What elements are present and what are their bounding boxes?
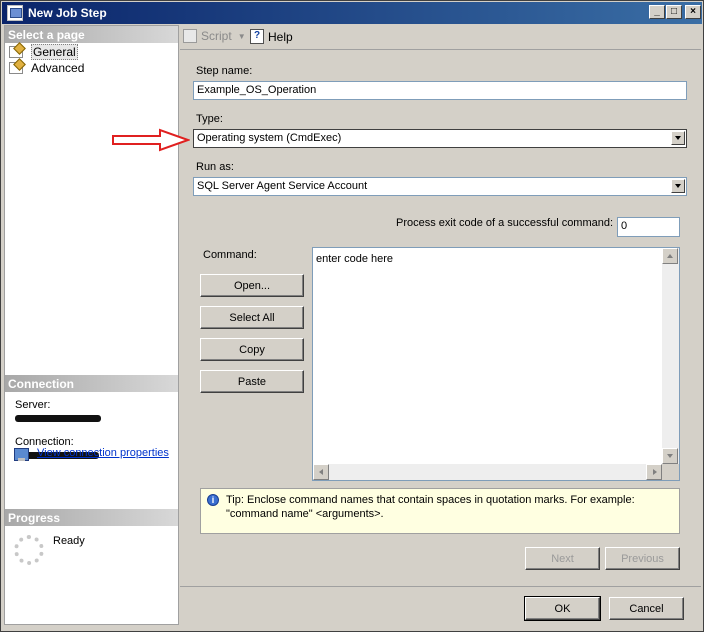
scroll-left-icon[interactable] — [313, 464, 329, 480]
ok-button[interactable]: OK — [524, 596, 601, 621]
previous-button[interactable]: Previous — [605, 547, 680, 570]
server-label: Server: — [15, 399, 51, 411]
select-a-page-header: Select a page — [5, 26, 178, 43]
exit-code-label: Process exit code of a successful comman… — [396, 217, 614, 229]
progress-header: Progress — [5, 509, 178, 526]
script-button[interactable]: Script ▼ — [183, 29, 246, 43]
red-arrow-annotation — [112, 128, 190, 152]
connection-header: Connection — [5, 375, 178, 392]
step-name-input[interactable]: Example_OS_Operation — [193, 81, 687, 100]
select-all-button[interactable]: Select All — [200, 306, 304, 329]
scroll-right-icon[interactable] — [646, 464, 662, 480]
footer-divider — [180, 586, 701, 587]
chevron-down-icon: ▼ — [237, 31, 246, 41]
scrollbar-corner — [662, 464, 679, 480]
run-as-value: SQL Server Agent Service Account — [197, 180, 368, 192]
left-pane: Select a page General Advanced Connectio… — [4, 25, 179, 625]
minimize-button[interactable]: _ — [649, 5, 665, 19]
next-button[interactable]: Next — [525, 547, 600, 570]
tip-text: Tip: Enclose command names that contain … — [226, 494, 635, 520]
command-label: Command: — [203, 249, 257, 261]
toolbar: Script ▼ Help — [180, 26, 700, 48]
view-connection-properties-link[interactable]: View connection properties — [37, 447, 169, 459]
run-as-label: Run as: — [196, 161, 234, 173]
help-icon — [250, 29, 264, 44]
paste-button[interactable]: Paste — [200, 370, 304, 393]
new-job-step-window: New Job Step _ □ × Select a page General… — [0, 0, 704, 632]
chevron-down-icon[interactable] — [671, 179, 685, 193]
app-icon — [7, 5, 23, 21]
run-as-dropdown[interactable]: SQL Server Agent Service Account — [193, 177, 687, 196]
window-title: New Job Step — [28, 6, 107, 20]
help-button[interactable]: Help — [250, 29, 293, 44]
page-item-advanced[interactable]: Advanced — [9, 60, 84, 76]
step-name-label: Step name: — [196, 65, 253, 77]
page-item-label: General — [31, 44, 78, 60]
toolbar-divider — [180, 49, 701, 50]
info-icon: i — [207, 494, 219, 506]
progress-status: Ready — [53, 535, 85, 547]
progress-spinner-icon — [14, 535, 44, 565]
script-label: Script — [201, 29, 232, 43]
page-icon — [9, 62, 23, 74]
open-button[interactable]: Open... — [200, 274, 304, 297]
cancel-button[interactable]: Cancel — [609, 597, 684, 620]
type-value: Operating system (CmdExec) — [197, 132, 342, 144]
connection-properties-icon[interactable] — [14, 448, 29, 461]
type-dropdown[interactable]: Operating system (CmdExec) — [193, 129, 687, 148]
help-label: Help — [268, 29, 293, 44]
maximize-button[interactable]: □ — [666, 5, 682, 19]
close-button[interactable]: × — [685, 5, 701, 19]
command-text: enter code here — [316, 253, 394, 265]
command-textarea[interactable]: enter code here — [312, 247, 680, 481]
scroll-down-icon[interactable] — [662, 448, 678, 464]
chevron-down-icon[interactable] — [671, 131, 685, 145]
type-label: Type: — [196, 113, 223, 125]
exit-code-input[interactable]: 0 — [617, 217, 680, 237]
page-icon — [9, 46, 23, 58]
page-item-label: Advanced — [31, 61, 85, 75]
scroll-up-icon[interactable] — [662, 248, 678, 264]
vertical-scrollbar[interactable] — [662, 248, 679, 464]
horizontal-scrollbar[interactable] — [313, 464, 662, 480]
redacted-server-value — [15, 415, 101, 422]
tip-box: i Tip: Enclose command names that contai… — [200, 488, 680, 534]
copy-button[interactable]: Copy — [200, 338, 304, 361]
script-icon — [183, 29, 197, 43]
title-bar[interactable]: New Job Step _ □ × — [2, 2, 702, 24]
